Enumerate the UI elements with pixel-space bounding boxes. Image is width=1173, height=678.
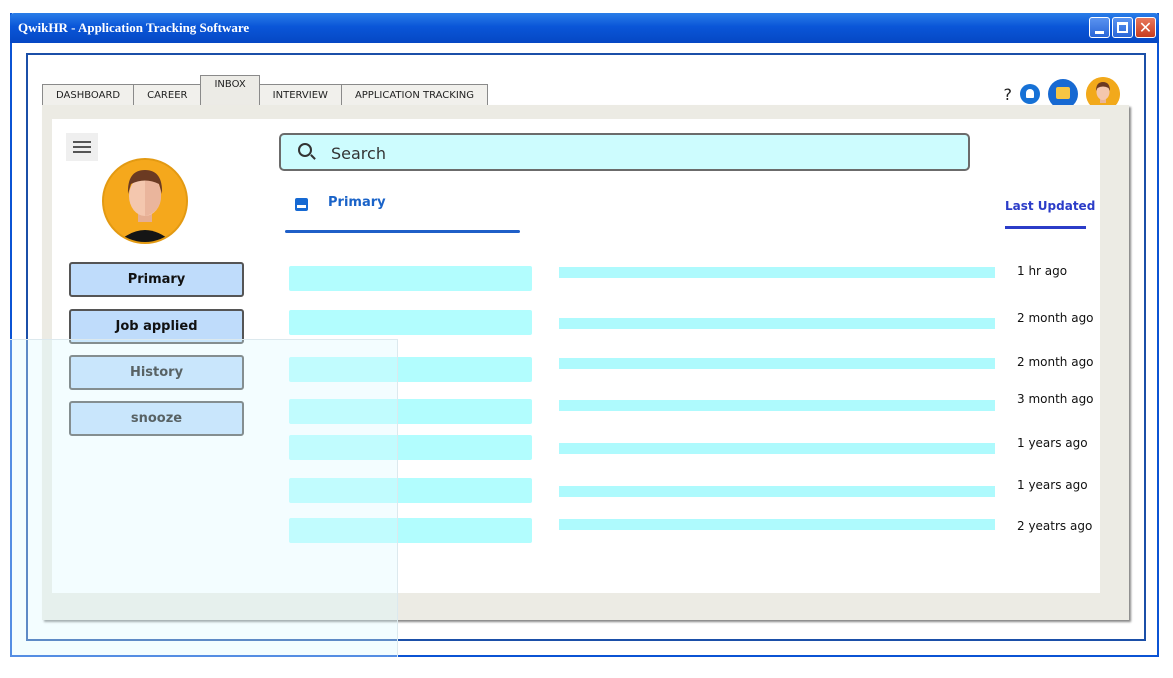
profile-avatar [102,158,188,244]
search-icon [298,143,312,157]
message-time: 3 month ago [1017,392,1094,406]
message-sender[interactable] [289,478,532,503]
tab-inbox-label: INBOX [214,79,246,90]
sidebar-item-primary[interactable]: Primary [69,262,244,297]
title-bar[interactable]: QwikHR - Application Tracking Software ✕ [10,13,1159,43]
message-subject[interactable] [559,519,995,530]
sort-label: Last Updated [1005,199,1096,213]
tab-inbox[interactable]: INBOX [200,75,260,108]
message-sender[interactable] [289,435,532,460]
message-sender[interactable] [289,518,532,543]
message-sender[interactable] [289,357,532,382]
help-icon[interactable]: ? [1004,85,1013,104]
message-subject[interactable] [559,267,995,278]
tab-interview[interactable]: INTERVIEW [258,84,342,106]
message-time: 1 years ago [1017,436,1088,450]
search-input[interactable] [331,141,931,165]
minimize-icon[interactable] [1089,17,1110,38]
inbox-icon [295,198,308,211]
window-title: QwikHR - Application Tracking Software [18,20,250,35]
message-sender[interactable] [289,310,532,335]
search-bar[interactable] [279,133,970,171]
top-tabs: DASHBOARD CAREER INBOX INTERVIEW APPLICA… [42,75,489,108]
notification-bell-icon[interactable] [1020,84,1040,104]
sort-indicator [1005,226,1086,229]
message-time: 2 month ago [1017,355,1094,369]
sidebar-item-job-applied[interactable]: Job applied [69,309,244,344]
message-subject[interactable] [559,486,995,497]
message-time: 1 years ago [1017,478,1088,492]
tab-active-indicator [285,230,520,233]
tab-primary-label: Primary [328,195,386,210]
sort-last-updated[interactable]: Last Updated [1005,197,1095,229]
maximize-icon[interactable] [1112,17,1133,38]
app-window: QwikHR - Application Tracking Software ✕… [10,13,1159,657]
message-subject[interactable] [559,358,995,369]
message-subject[interactable] [559,443,995,454]
tab-dashboard[interactable]: DASHBOARD [42,84,135,106]
inbox-view: Primary Job applied History snooze Prima… [52,119,1100,593]
message-time: 2 month ago [1017,311,1094,325]
message-subject[interactable] [559,318,995,329]
window-controls: ✕ [1089,17,1156,38]
main-frame: DASHBOARD CAREER INBOX INTERVIEW APPLICA… [26,53,1146,641]
sidebar-item-history[interactable]: History [69,355,244,390]
hamburger-menu-icon[interactable] [66,133,98,161]
content-panel: Primary Job applied History snooze Prima… [42,105,1129,620]
sidebar-item-snooze[interactable]: snooze [69,401,244,436]
message-sender[interactable] [289,266,532,291]
tab-primary[interactable]: Primary [285,193,520,233]
close-icon[interactable]: ✕ [1135,17,1156,38]
message-sender[interactable] [289,399,532,424]
message-time: 1 hr ago [1017,264,1068,278]
tab-career[interactable]: CAREER [133,84,202,106]
tab-application-tracking[interactable]: APPLICATION TRACKING [340,84,489,106]
message-subject[interactable] [559,400,995,411]
message-time: 2 yeatrs ago [1017,519,1093,533]
